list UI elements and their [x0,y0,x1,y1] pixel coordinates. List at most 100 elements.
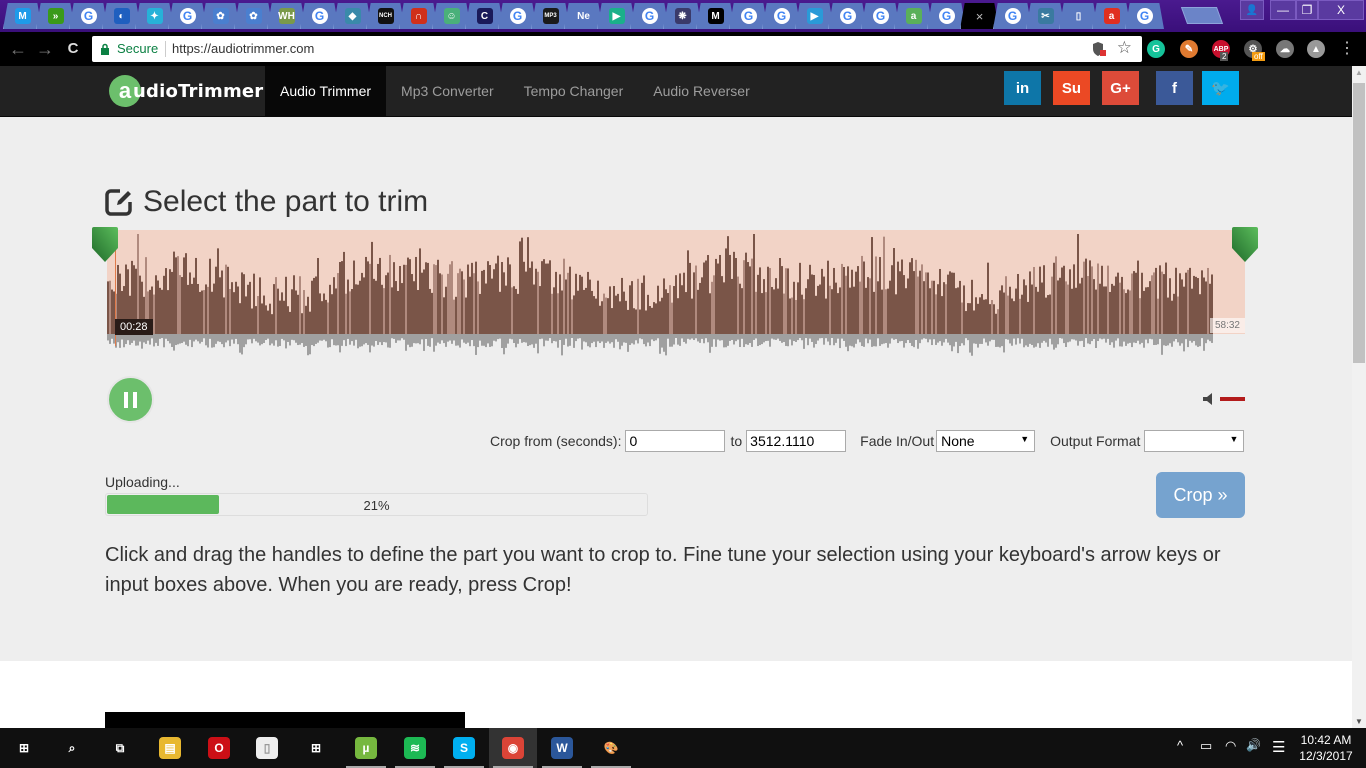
linkedin-share-button[interactable]: in [1004,71,1041,105]
output-format-select[interactable]: ▼ [1144,430,1245,452]
end-handle[interactable] [1232,227,1258,263]
browser-tab[interactable]: WH [270,3,303,29]
browser-tab[interactable]: G [633,3,666,29]
browser-tab[interactable]: M [6,3,39,29]
grammarly-icon[interactable]: G [1147,40,1165,58]
wifi-icon[interactable]: ◠ [1225,738,1236,754]
minimize-button[interactable]: — [1270,0,1296,20]
browser-tab[interactable]: ▶ [798,3,831,29]
google-drive-icon[interactable]: ▲ [1307,40,1325,58]
twitter-share-button[interactable]: 🐦 [1202,71,1239,105]
volume-slider[interactable] [1220,397,1245,401]
browser-tab[interactable]: ▶ [600,3,633,29]
browser-tab[interactable]: ❋ [666,3,699,29]
browser-tab[interactable]: G [303,3,336,29]
bookmark-star-icon[interactable]: ☆ [1117,38,1132,58]
taskbar-blank-document[interactable]: ▯ [243,728,291,768]
taskbar-opera[interactable]: O [195,728,243,768]
scroll-up-arrow-icon[interactable]: ▲ [1355,68,1363,77]
browser-tab[interactable]: NCH [369,3,402,29]
close-icon[interactable]: × [972,8,988,24]
browser-tab[interactable]: G [72,3,105,29]
browser-tab[interactable]: G [1128,3,1161,29]
taskbar-file-explorer[interactable]: ▤ [146,728,194,768]
stumbleupon-share-button[interactable]: Su [1053,71,1090,105]
browser-tab[interactable]: G [996,3,1029,29]
crop-button[interactable]: Crop » [1156,472,1245,518]
volume-icon[interactable]: 🔊 [1246,738,1261,752]
address-bar[interactable]: Secure https://audiotrimmer.com ☆ [92,36,1142,62]
browser-tab[interactable]: × [963,3,996,29]
browser-tab[interactable]: ✂ [1029,3,1062,29]
browser-tab[interactable]: ✦ [138,3,171,29]
browser-tab[interactable]: MP3 [534,3,567,29]
taskbar-utorrent[interactable]: µ [342,728,390,768]
forward-button[interactable]: → [34,39,56,61]
page-scrollbar[interactable]: ▲ ▼ [1352,66,1366,728]
battery-icon[interactable]: ▭ [1200,738,1212,754]
taskbar-spotify[interactable]: ≋ [391,728,439,768]
action-center-icon[interactable]: ☰ [1272,738,1285,756]
url-text[interactable]: https://audiotrimmer.com [172,41,314,56]
taskbar-search[interactable]: ⌕ [48,728,96,768]
cloud-download-icon[interactable]: ☁ [1276,40,1294,58]
browser-tab[interactable]: ▯ [1062,3,1095,29]
taskbar-store[interactable]: ⊞ [292,728,340,768]
waveform-reflection-bar [587,334,589,347]
taskbar-task-view[interactable]: ⧉ [96,728,144,768]
facebook-share-button[interactable]: f [1156,71,1193,105]
browser-tab[interactable]: a [1095,3,1128,29]
browser-tab[interactable]: ✿ [237,3,270,29]
browser-tab[interactable]: Ne [567,3,600,29]
browser-tab[interactable]: ◆ [336,3,369,29]
shield-blocked-icon[interactable] [1092,41,1106,57]
browser-tab[interactable]: ∩ [402,3,435,29]
waveform-editor[interactable]: 00:28 58:32 [107,230,1245,360]
video-embed[interactable] [105,712,465,728]
start-handle[interactable] [92,227,118,263]
browser-tab[interactable]: M [699,3,732,29]
taskbar-chrome[interactable]: ◉ [489,728,537,768]
nav-link-tempo-changer[interactable]: Tempo Changer [509,66,639,116]
crop-from-input[interactable] [625,430,726,452]
scroll-down-arrow-icon[interactable]: ▼ [1355,717,1363,726]
tag-icon[interactable]: ✎ [1180,40,1198,58]
new-tab-button[interactable] [1180,7,1224,24]
taskbar-word[interactable]: W [538,728,586,768]
nav-link-mp3-converter[interactable]: Mp3 Converter [386,66,509,116]
speaker-icon[interactable] [1203,393,1213,405]
browser-tab[interactable]: G [501,3,534,29]
reload-button[interactable]: C [62,39,84,61]
site-logo[interactable]: a udioTrimmer [109,75,263,107]
restore-button[interactable]: ❐ [1296,0,1318,20]
pause-button[interactable] [107,376,154,423]
browser-tab[interactable]: G [171,3,204,29]
browser-tab[interactable]: a [897,3,930,29]
scrollbar-thumb[interactable] [1353,83,1365,363]
browser-tab[interactable]: G [930,3,963,29]
nav-link-audio-trimmer[interactable]: Audio Trimmer [265,66,387,116]
browser-tab[interactable]: » [39,3,72,29]
show-hidden-icons-icon[interactable]: ^ [1177,738,1183,753]
browser-tab[interactable]: ☺ [435,3,468,29]
taskbar-skype[interactable]: S [440,728,488,768]
volume-control[interactable] [1203,392,1245,406]
system-clock[interactable]: 10:42 AM 12/3/2017 [1296,732,1356,764]
taskbar-start-button[interactable]: ⊞ [0,728,48,768]
crop-to-input[interactable] [746,430,847,452]
browser-tab[interactable]: G [864,3,897,29]
browser-tab[interactable]: G [732,3,765,29]
browser-tab[interactable]: G [831,3,864,29]
nav-link-audio-reverser[interactable]: Audio Reverser [638,66,765,116]
google-plus-share-button[interactable]: G+ [1102,71,1139,105]
fade-select[interactable]: None ▼ [936,430,1036,452]
browser-tab[interactable]: C [468,3,501,29]
taskbar-paint[interactable]: 🎨 [587,728,635,768]
close-window-button[interactable]: X [1318,0,1364,20]
browser-tab[interactable]: ✿ [204,3,237,29]
profile-button[interactable]: 👤 [1240,0,1264,20]
chrome-menu-icon[interactable]: ⋮ [1336,39,1358,61]
browser-tab[interactable]: G [765,3,798,29]
browser-tab[interactable]: ◐ [105,3,138,29]
back-button[interactable]: ← [7,39,29,61]
